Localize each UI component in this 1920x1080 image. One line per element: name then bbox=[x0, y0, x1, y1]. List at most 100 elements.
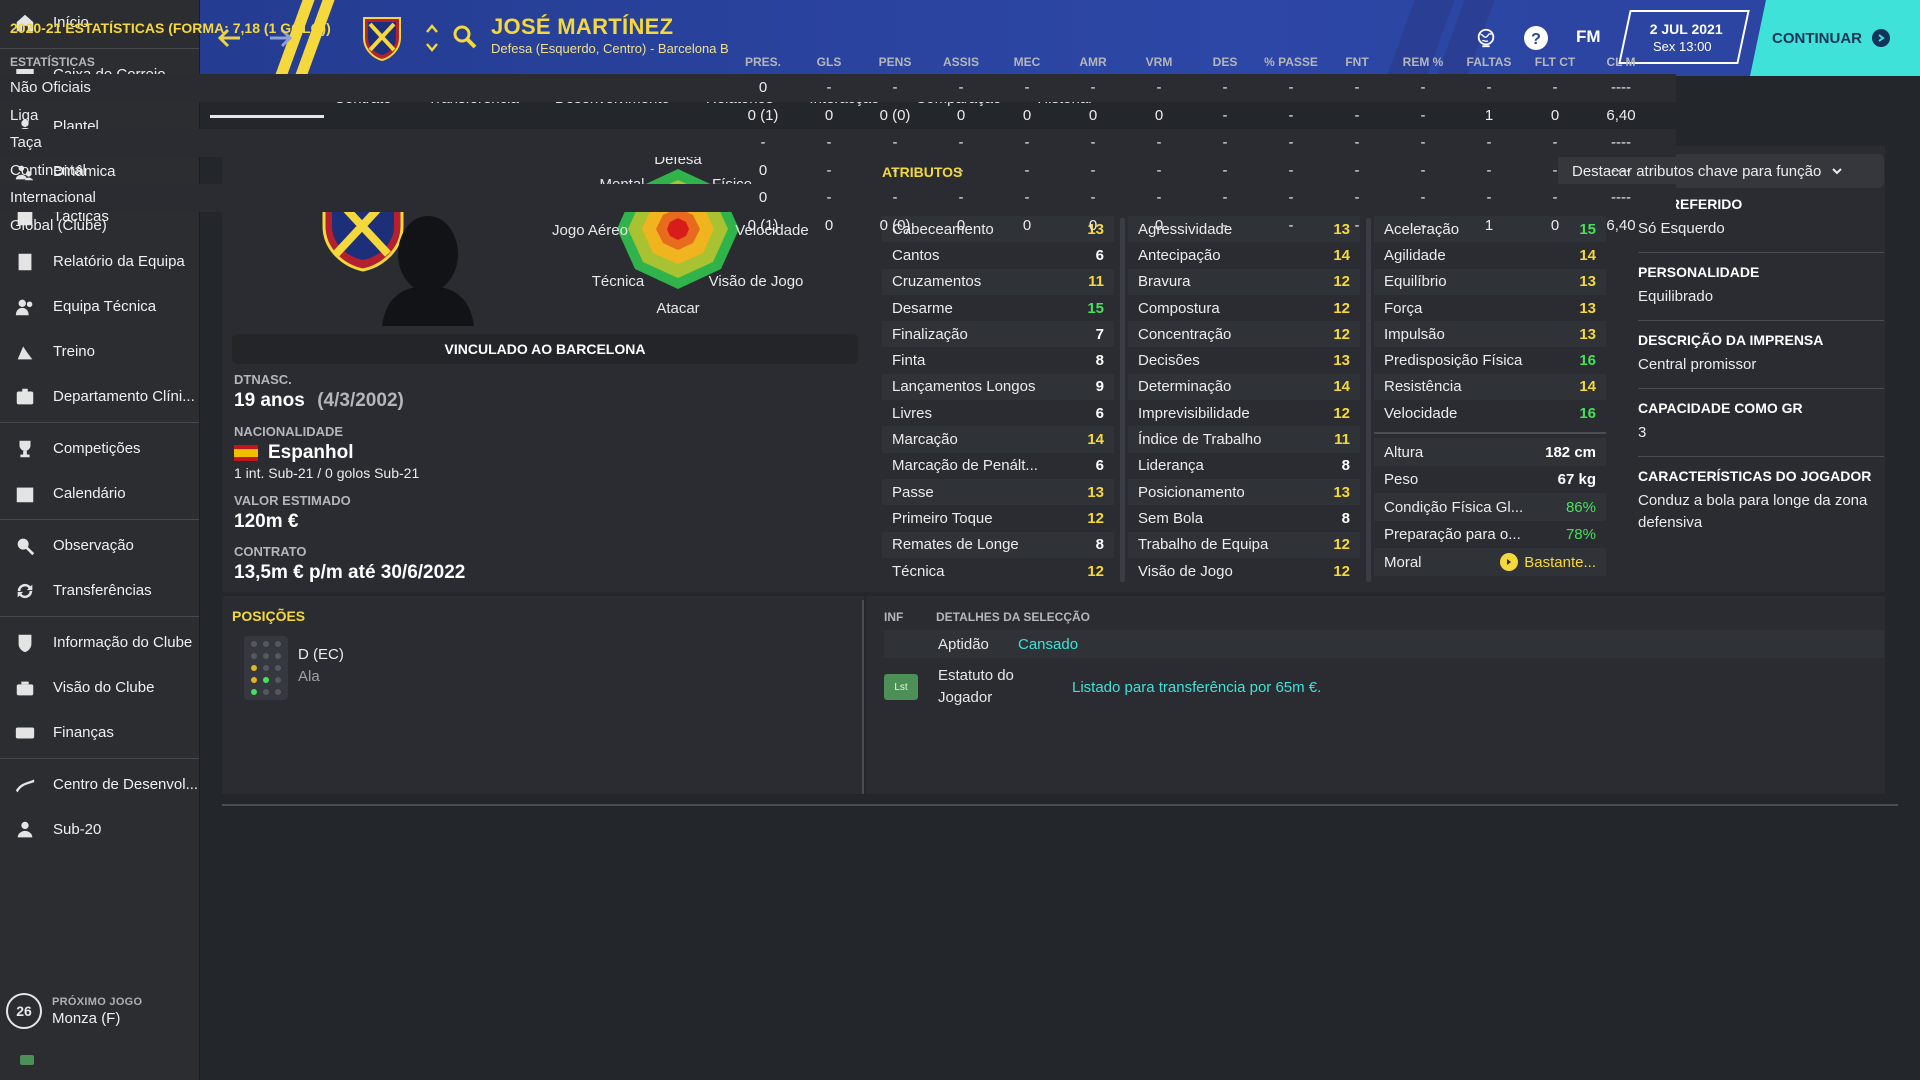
attribute-row[interactable]: Liderança 8 bbox=[1128, 453, 1360, 479]
attribute-row[interactable]: Remates de Longe 8 bbox=[882, 531, 1114, 558]
stats-cell: ---- bbox=[1611, 79, 1631, 97]
contract-value[interactable]: 13,5m € p/m até 30/6/2022 bbox=[234, 562, 465, 584]
sidebar-item-u20[interactable]: Sub-20 bbox=[0, 807, 199, 852]
stats-column-header[interactable]: FLT CT bbox=[1522, 55, 1588, 69]
transfer-listed-badge: Lst bbox=[884, 674, 918, 700]
stats-column-header[interactable]: % PASSE bbox=[1258, 55, 1324, 69]
attribute-row[interactable]: Livres 6 bbox=[882, 400, 1114, 426]
attribute-row[interactable]: Trabalho de Equipa 12 bbox=[1128, 531, 1360, 558]
selection-title: DETALHES DA SELECÇÃO bbox=[936, 610, 1091, 624]
nationality-value[interactable]: Espanhol bbox=[268, 442, 354, 464]
stats-column-header[interactable]: ASSIS bbox=[928, 55, 994, 69]
stats-column-header[interactable]: ESTATÍSTICAS bbox=[0, 55, 730, 69]
attribute-row[interactable]: Concentração 12 bbox=[1128, 321, 1360, 348]
continue-label: CONTINUAR bbox=[1772, 29, 1862, 47]
stats-column-header[interactable]: PENS bbox=[862, 55, 928, 69]
globe-icon[interactable] bbox=[1472, 24, 1500, 52]
attribute-row[interactable]: Determinação 14 bbox=[1128, 373, 1360, 401]
stats-column-header[interactable]: FNT bbox=[1324, 55, 1390, 69]
stats-column-header[interactable]: CL M bbox=[1588, 55, 1654, 69]
stats-column-header[interactable]: FALTAS bbox=[1456, 55, 1522, 69]
attribute-row[interactable]: Primeiro Toque 12 bbox=[882, 505, 1114, 531]
attribute-row[interactable]: Lançamentos Longos 9 bbox=[882, 373, 1114, 401]
attribute-row[interactable]: Velocidade 16 bbox=[1374, 400, 1606, 426]
sidebar-item-finances[interactable]: Finanças bbox=[0, 710, 199, 755]
sidebar-item-club-vision[interactable]: Visão do Clube bbox=[0, 665, 199, 710]
stats-column-header[interactable]: PRES. bbox=[730, 55, 796, 69]
attribute-row[interactable]: Compostura 12 bbox=[1128, 295, 1360, 321]
stats-cell: - bbox=[826, 134, 832, 152]
stats-row: Internacional 0- - - - - - - - - - - - ---- bbox=[0, 184, 1676, 212]
player-name: JOSÉ MARTÍNEZ bbox=[491, 14, 674, 39]
attribute-row[interactable]: Peso 67 kg bbox=[1374, 466, 1606, 494]
stats-column-header[interactable]: REM % bbox=[1390, 55, 1456, 69]
attribute-row[interactable]: Finta 8 bbox=[882, 347, 1114, 373]
column-scrollbar[interactable] bbox=[1120, 218, 1125, 582]
stats-row: Global (Clube) 0 (1) 0 0 (0) 0 0 0 0 - - - - 1 0 6,40 bbox=[0, 212, 1676, 240]
attribute-row[interactable]: Moral Bastante... bbox=[1374, 548, 1606, 576]
continue-button[interactable]: CONTINUAR bbox=[1750, 0, 1920, 76]
stats-column-header[interactable]: VRM bbox=[1126, 55, 1192, 69]
money-icon[interactable] bbox=[20, 1055, 34, 1065]
attribute-row[interactable]: Finalização 7 bbox=[882, 321, 1114, 348]
next-match-days-icon: 26 bbox=[6, 993, 42, 1029]
sidebar-item-club-info[interactable]: Informação do Clube bbox=[0, 620, 199, 665]
attribute-row[interactable]: Cruzamentos 11 bbox=[882, 268, 1114, 295]
next-match[interactable]: 26 PRÓXIMO JOGO Monza (F) bbox=[0, 986, 200, 1036]
attribute-row[interactable]: Força 13 bbox=[1374, 295, 1606, 321]
attribute-value: 12 bbox=[1333, 562, 1350, 580]
stats-column-header[interactable]: MEC bbox=[994, 55, 1060, 69]
stats-column-header[interactable]: AMR bbox=[1060, 55, 1126, 69]
attribute-row[interactable]: Altura 182 cm bbox=[1374, 438, 1606, 466]
attribute-row[interactable]: Sem Bola 8 bbox=[1128, 505, 1360, 531]
sidebar-item-staff[interactable]: Equipa Técnica bbox=[0, 284, 199, 329]
stats-cell: - bbox=[1420, 79, 1426, 97]
attribute-row[interactable]: Marcação 14 bbox=[882, 426, 1114, 453]
sidebar-item-label: Transferências bbox=[53, 582, 152, 599]
pitch-positions-icon[interactable] bbox=[244, 636, 288, 700]
sidebar-item-transfers[interactable]: Transferências bbox=[0, 568, 199, 613]
search-icon[interactable] bbox=[452, 24, 478, 50]
attribute-row[interactable]: Decisões 13 bbox=[1128, 347, 1360, 373]
attribute-row[interactable]: Bravura 12 bbox=[1128, 268, 1360, 295]
attribute-row[interactable]: Passe 13 bbox=[882, 478, 1114, 506]
help-icon[interactable]: ? bbox=[1522, 24, 1550, 52]
attribute-row[interactable]: Marcação de Penált... 6 bbox=[882, 453, 1114, 479]
attribute-row[interactable]: Desarme 15 bbox=[882, 295, 1114, 321]
attribute-value: 14 bbox=[1333, 378, 1350, 396]
age-value: 19 anos bbox=[234, 390, 305, 411]
attribute-row[interactable]: Técnica 12 bbox=[882, 558, 1114, 584]
attribute-row[interactable]: Posicionamento 13 bbox=[1128, 478, 1360, 506]
stats-column-header[interactable]: GLS bbox=[796, 55, 862, 69]
fm-logo[interactable]: FM bbox=[1576, 27, 1601, 47]
attribute-row[interactable]: Imprevisibilidade 12 bbox=[1128, 400, 1360, 426]
attribute-row[interactable]: Visão de Jogo 12 bbox=[1128, 558, 1360, 584]
attribute-row[interactable]: Índice de Trabalho 11 bbox=[1128, 426, 1360, 453]
stats-cell: 0 bbox=[1550, 106, 1560, 124]
stats-column-header[interactable]: DES bbox=[1192, 55, 1258, 69]
attribute-row[interactable]: Antecipação 14 bbox=[1128, 242, 1360, 268]
sidebar-item-calendar[interactable]: Calendário bbox=[0, 471, 199, 516]
stats-cell: - bbox=[1552, 134, 1558, 152]
stats-cell: - bbox=[892, 189, 898, 207]
sidebar-item-development[interactable]: Centro de Desenvol... bbox=[0, 762, 199, 807]
attribute-row[interactable]: Equilíbrio 13 bbox=[1374, 268, 1606, 295]
attribute-row[interactable]: Preparação para o... 78% bbox=[1374, 521, 1606, 549]
sidebar-item-medical[interactable]: Departamento Clíni... bbox=[0, 374, 199, 419]
attribute-row[interactable]: Agilidade 14 bbox=[1374, 242, 1606, 268]
attribute-row[interactable]: Condição Física Gl... 86% bbox=[1374, 493, 1606, 521]
attribute-row[interactable]: Impulsão 13 bbox=[1374, 321, 1606, 348]
stats-row: Continental 0- - - - - - - - - - - - ---- bbox=[0, 157, 1676, 185]
attribute-row[interactable]: Predisposição Física 16 bbox=[1374, 347, 1606, 373]
linked-club-banner: VINCULADO AO BARCELONA bbox=[232, 334, 858, 364]
sidebar-item-training[interactable]: Treino bbox=[0, 329, 199, 374]
sidebar-item-report[interactable]: Relatório da Equipa bbox=[0, 239, 199, 284]
sidebar-item-scouting[interactable]: Observação bbox=[0, 523, 199, 568]
attribute-row[interactable]: Cantos 6 bbox=[882, 242, 1114, 268]
contract-label: CONTRATO bbox=[234, 544, 307, 559]
sidebar-item-trophy[interactable]: Competições bbox=[0, 426, 199, 471]
status-value[interactable]: Listado para transferência por 65m €. bbox=[1072, 679, 1321, 696]
column-scrollbar[interactable] bbox=[1366, 218, 1371, 582]
attribute-row[interactable]: Resistência 14 bbox=[1374, 373, 1606, 401]
attribute-name: Preparação para o... bbox=[1384, 526, 1521, 544]
